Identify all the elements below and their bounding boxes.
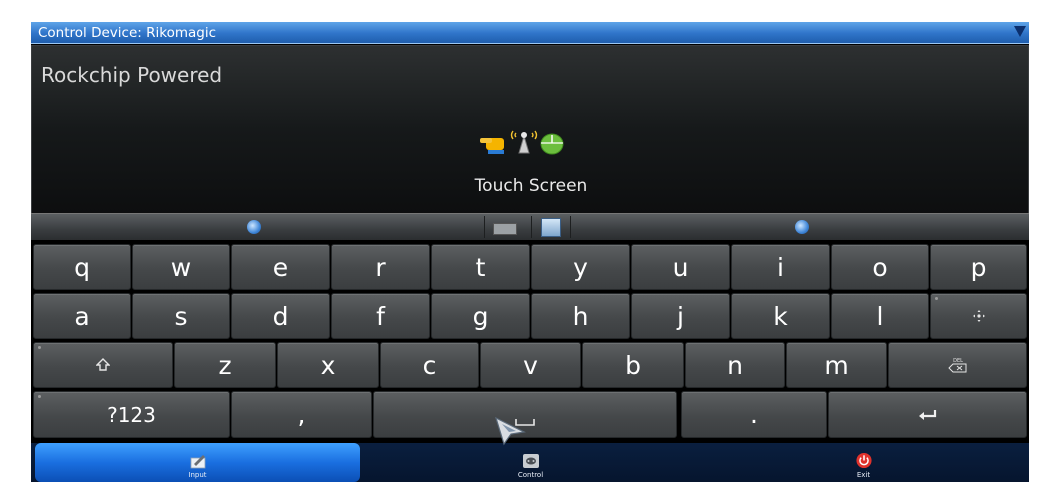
move-cursor-icon [972,310,985,322]
delete-key[interactable]: DEL [888,342,1027,388]
device-title: Control Device: Rikomagic [38,25,216,41]
key-k[interactable]: k [731,293,830,339]
key-f[interactable]: f [331,293,430,339]
gamepad-icon [522,454,539,468]
nav-exit-label: Exit [856,471,871,479]
key-z[interactable]: z [174,342,276,388]
key-c[interactable]: c [380,342,479,388]
virtual-keyboard: q w e r t y u i o p a s d f g h j k l z … [31,240,1029,442]
left-handle-icon[interactable] [247,220,261,234]
symbols-key[interactable]: ?123 [33,391,230,438]
toolbar-divider [531,216,532,238]
nav-exit[interactable]: Exit [801,443,926,482]
enter-key[interactable] [828,391,1027,438]
mouse-cursor-icon [495,416,526,446]
remote-antenna-icon [510,130,538,154]
key-l[interactable]: l [831,293,929,339]
toolbar-divider [570,216,571,238]
move-cursor-key[interactable] [930,293,1027,339]
mouse-icon [540,133,564,155]
shift-key[interactable] [33,342,173,388]
brand-label: Rockchip Powered [41,63,223,87]
nav-control[interactable]: Control [468,443,593,482]
key-x[interactable]: x [277,342,379,388]
enter-icon [918,409,936,420]
nav-input[interactable]: Input [35,443,360,482]
key-u[interactable]: u [631,244,730,290]
key-e[interactable]: e [231,244,330,290]
remote-control-screen: Control Device: Rikomagic Rockchip Power… [31,22,1029,482]
key-s[interactable]: s [132,293,230,339]
power-icon [855,452,872,469]
comma-key[interactable]: , [231,391,372,438]
keyboard-icon[interactable] [493,223,517,235]
shift-icon [96,358,110,371]
key-p[interactable]: p [930,244,1027,290]
key-m[interactable]: m [786,342,887,388]
key-y[interactable]: y [531,244,630,290]
toolbar-divider [484,216,485,238]
display-panel[interactable]: Rockchip Powered Touch Screen [31,45,1029,232]
bottom-nav: Input Control Exit [31,443,1029,482]
key-v[interactable]: v [480,342,581,388]
key-a[interactable]: a [33,293,131,339]
key-d[interactable]: d [231,293,330,339]
nav-control-label: Control [517,471,544,479]
device-selector[interactable]: Control Device: Rikomagic [31,22,1029,44]
key-o[interactable]: o [831,244,929,290]
globe-icon[interactable] [541,218,561,237]
key-w[interactable]: w [132,244,230,290]
key-n[interactable]: n [685,342,785,388]
input-mode-label: Touch Screen [474,176,588,196]
right-handle-icon[interactable] [795,220,809,234]
dropdown-arrow-icon[interactable] [1014,26,1026,37]
key-j[interactable]: j [631,293,730,339]
key-t[interactable]: t [431,244,530,290]
key-r[interactable]: r [331,244,430,290]
hand-pointer-icon [480,138,504,154]
delete-icon: DEL [947,358,966,373]
pencil-paper-icon [190,455,205,469]
key-i[interactable]: i [731,244,830,290]
key-g[interactable]: g [431,293,530,339]
key-q[interactable]: q [33,244,131,290]
key-b[interactable]: b [582,342,684,388]
mode-icons [478,126,588,156]
keyboard-toolbar [31,213,1029,240]
nav-input-label: Input [188,471,207,479]
period-key[interactable]: . [681,391,827,438]
key-h[interactable]: h [531,293,630,339]
svg-text:DEL: DEL [953,358,963,364]
